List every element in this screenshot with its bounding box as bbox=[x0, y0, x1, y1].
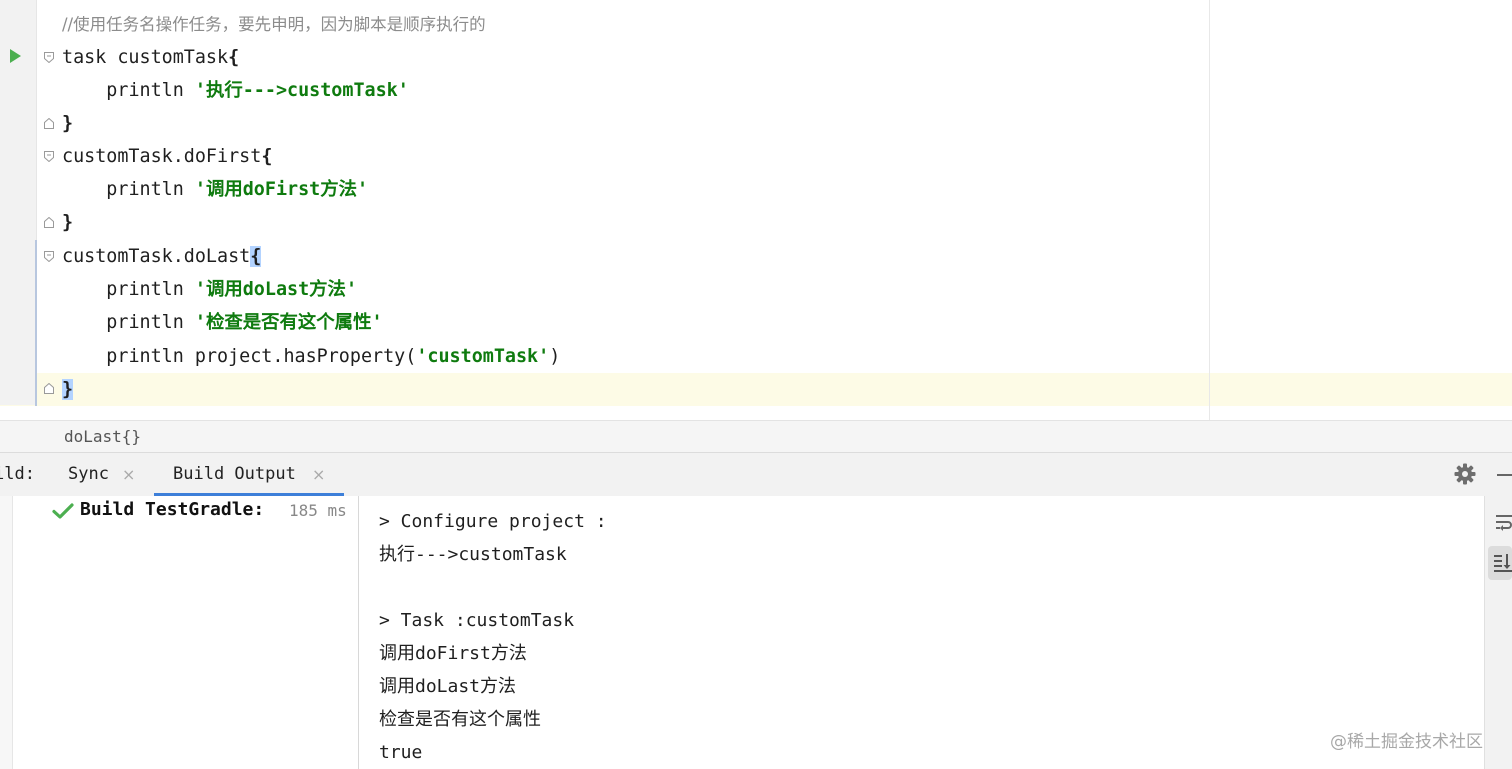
code-string: '调用doFirst方法' bbox=[194, 179, 369, 200]
code-brace: } bbox=[62, 113, 74, 134]
console-line: 调用doFirst方法 bbox=[379, 643, 527, 664]
code-string: '检查是否有这个属性' bbox=[194, 312, 383, 333]
close-icon[interactable]: × bbox=[312, 465, 325, 484]
matched-brace: } bbox=[62, 379, 74, 400]
code-text: println project.hasProperty( bbox=[106, 346, 417, 367]
console-line: 执行--->customTask bbox=[379, 544, 567, 565]
soft-wrap-icon[interactable] bbox=[1494, 512, 1512, 534]
code-line[interactable]: } bbox=[62, 206, 73, 239]
console-line: 调用doLast方法 bbox=[379, 676, 517, 697]
matched-brace: { bbox=[250, 246, 262, 267]
close-icon[interactable]: × bbox=[122, 465, 135, 484]
minimize-icon[interactable] bbox=[1497, 474, 1512, 476]
current-line-highlight bbox=[0, 373, 1512, 406]
code-line[interactable]: println '检查是否有这个属性' bbox=[62, 306, 383, 339]
code-editor[interactable]: //使用任务名操作任务，要先申明，因为脚本是顺序执行的 task customT… bbox=[0, 0, 1512, 420]
fold-close-icon[interactable] bbox=[44, 383, 54, 394]
code-text: println bbox=[106, 312, 195, 333]
gear-icon[interactable] bbox=[1453, 462, 1477, 486]
code-text: println bbox=[106, 279, 195, 300]
build-tree-panel[interactable] bbox=[0, 496, 359, 769]
scroll-to-end-icon[interactable] bbox=[1488, 546, 1512, 580]
run-task-icon[interactable] bbox=[10, 49, 21, 63]
code-text: ) bbox=[549, 346, 561, 367]
tab-build-output[interactable]: Build Output × bbox=[154, 453, 344, 497]
code-line-comment[interactable]: //使用任务名操作任务，要先申明，因为脚本是顺序执行的 bbox=[62, 8, 486, 41]
code-line[interactable]: println '执行--->customTask' bbox=[62, 74, 409, 107]
code-line-current[interactable]: } bbox=[62, 373, 74, 406]
breadcrumb[interactable]: doLast{} bbox=[0, 420, 1512, 453]
code-text: println bbox=[106, 179, 195, 200]
code-line[interactable]: } bbox=[62, 107, 73, 140]
watermark-text: @稀土掘金技术社区 bbox=[1330, 732, 1483, 752]
console-line: true bbox=[379, 742, 423, 763]
console-toolbar bbox=[1484, 496, 1512, 769]
tool-window-title: ild: bbox=[0, 464, 35, 484]
code-line[interactable]: customTask.doFirst{ bbox=[62, 140, 272, 173]
console-line: 检查是否有这个属性 bbox=[379, 709, 541, 730]
build-tool-window-header: ild: Sync × Build Output × bbox=[0, 452, 1512, 497]
code-string: '执行--->customTask' bbox=[194, 80, 409, 101]
console-line: > Configure project : bbox=[379, 511, 607, 532]
tab-label: Sync bbox=[68, 464, 109, 484]
tab-sync[interactable]: Sync × bbox=[60, 453, 150, 496]
code-line[interactable]: println '调用doFirst方法' bbox=[62, 173, 368, 206]
scope-indicator bbox=[35, 240, 37, 406]
tree-side-strip bbox=[0, 496, 13, 769]
code-text: customTask.doFirst bbox=[62, 146, 262, 167]
breadcrumb-item[interactable]: doLast{} bbox=[64, 427, 141, 446]
build-output-console[interactable]: > Configure project : 执行--->customTask >… bbox=[359, 496, 1484, 769]
fold-open-icon[interactable] bbox=[44, 151, 54, 162]
code-brace: } bbox=[62, 212, 74, 233]
right-margin-guide bbox=[1209, 0, 1210, 420]
code-string: '调用doLast方法' bbox=[194, 279, 358, 300]
build-tree-item-label[interactable]: Build TestGradle: bbox=[80, 499, 264, 520]
build-duration: 185 ms bbox=[289, 501, 347, 520]
fold-close-icon[interactable] bbox=[44, 118, 54, 129]
code-brace: { bbox=[228, 47, 240, 68]
fold-open-icon[interactable] bbox=[44, 251, 54, 262]
success-check-icon bbox=[52, 502, 74, 520]
fold-close-icon[interactable] bbox=[44, 217, 54, 228]
console-line: > Task :customTask bbox=[379, 610, 575, 631]
tab-label: Build Output bbox=[173, 464, 296, 484]
code-line[interactable]: println '调用doLast方法' bbox=[62, 273, 357, 306]
code-text: task customTask bbox=[62, 47, 229, 68]
code-line[interactable]: println project.hasProperty('customTask'… bbox=[62, 340, 560, 373]
code-brace: { bbox=[261, 146, 273, 167]
fold-open-icon[interactable] bbox=[44, 52, 54, 63]
code-string: 'customTask' bbox=[416, 346, 550, 367]
code-line[interactable]: customTask.doLast{ bbox=[62, 240, 262, 273]
code-text: customTask.doLast bbox=[62, 246, 251, 267]
code-comment: //使用任务名操作任务，要先申明，因为脚本是顺序执行的 bbox=[62, 15, 486, 34]
code-line[interactable]: task customTask{ bbox=[62, 41, 239, 74]
code-text: println bbox=[106, 80, 195, 101]
